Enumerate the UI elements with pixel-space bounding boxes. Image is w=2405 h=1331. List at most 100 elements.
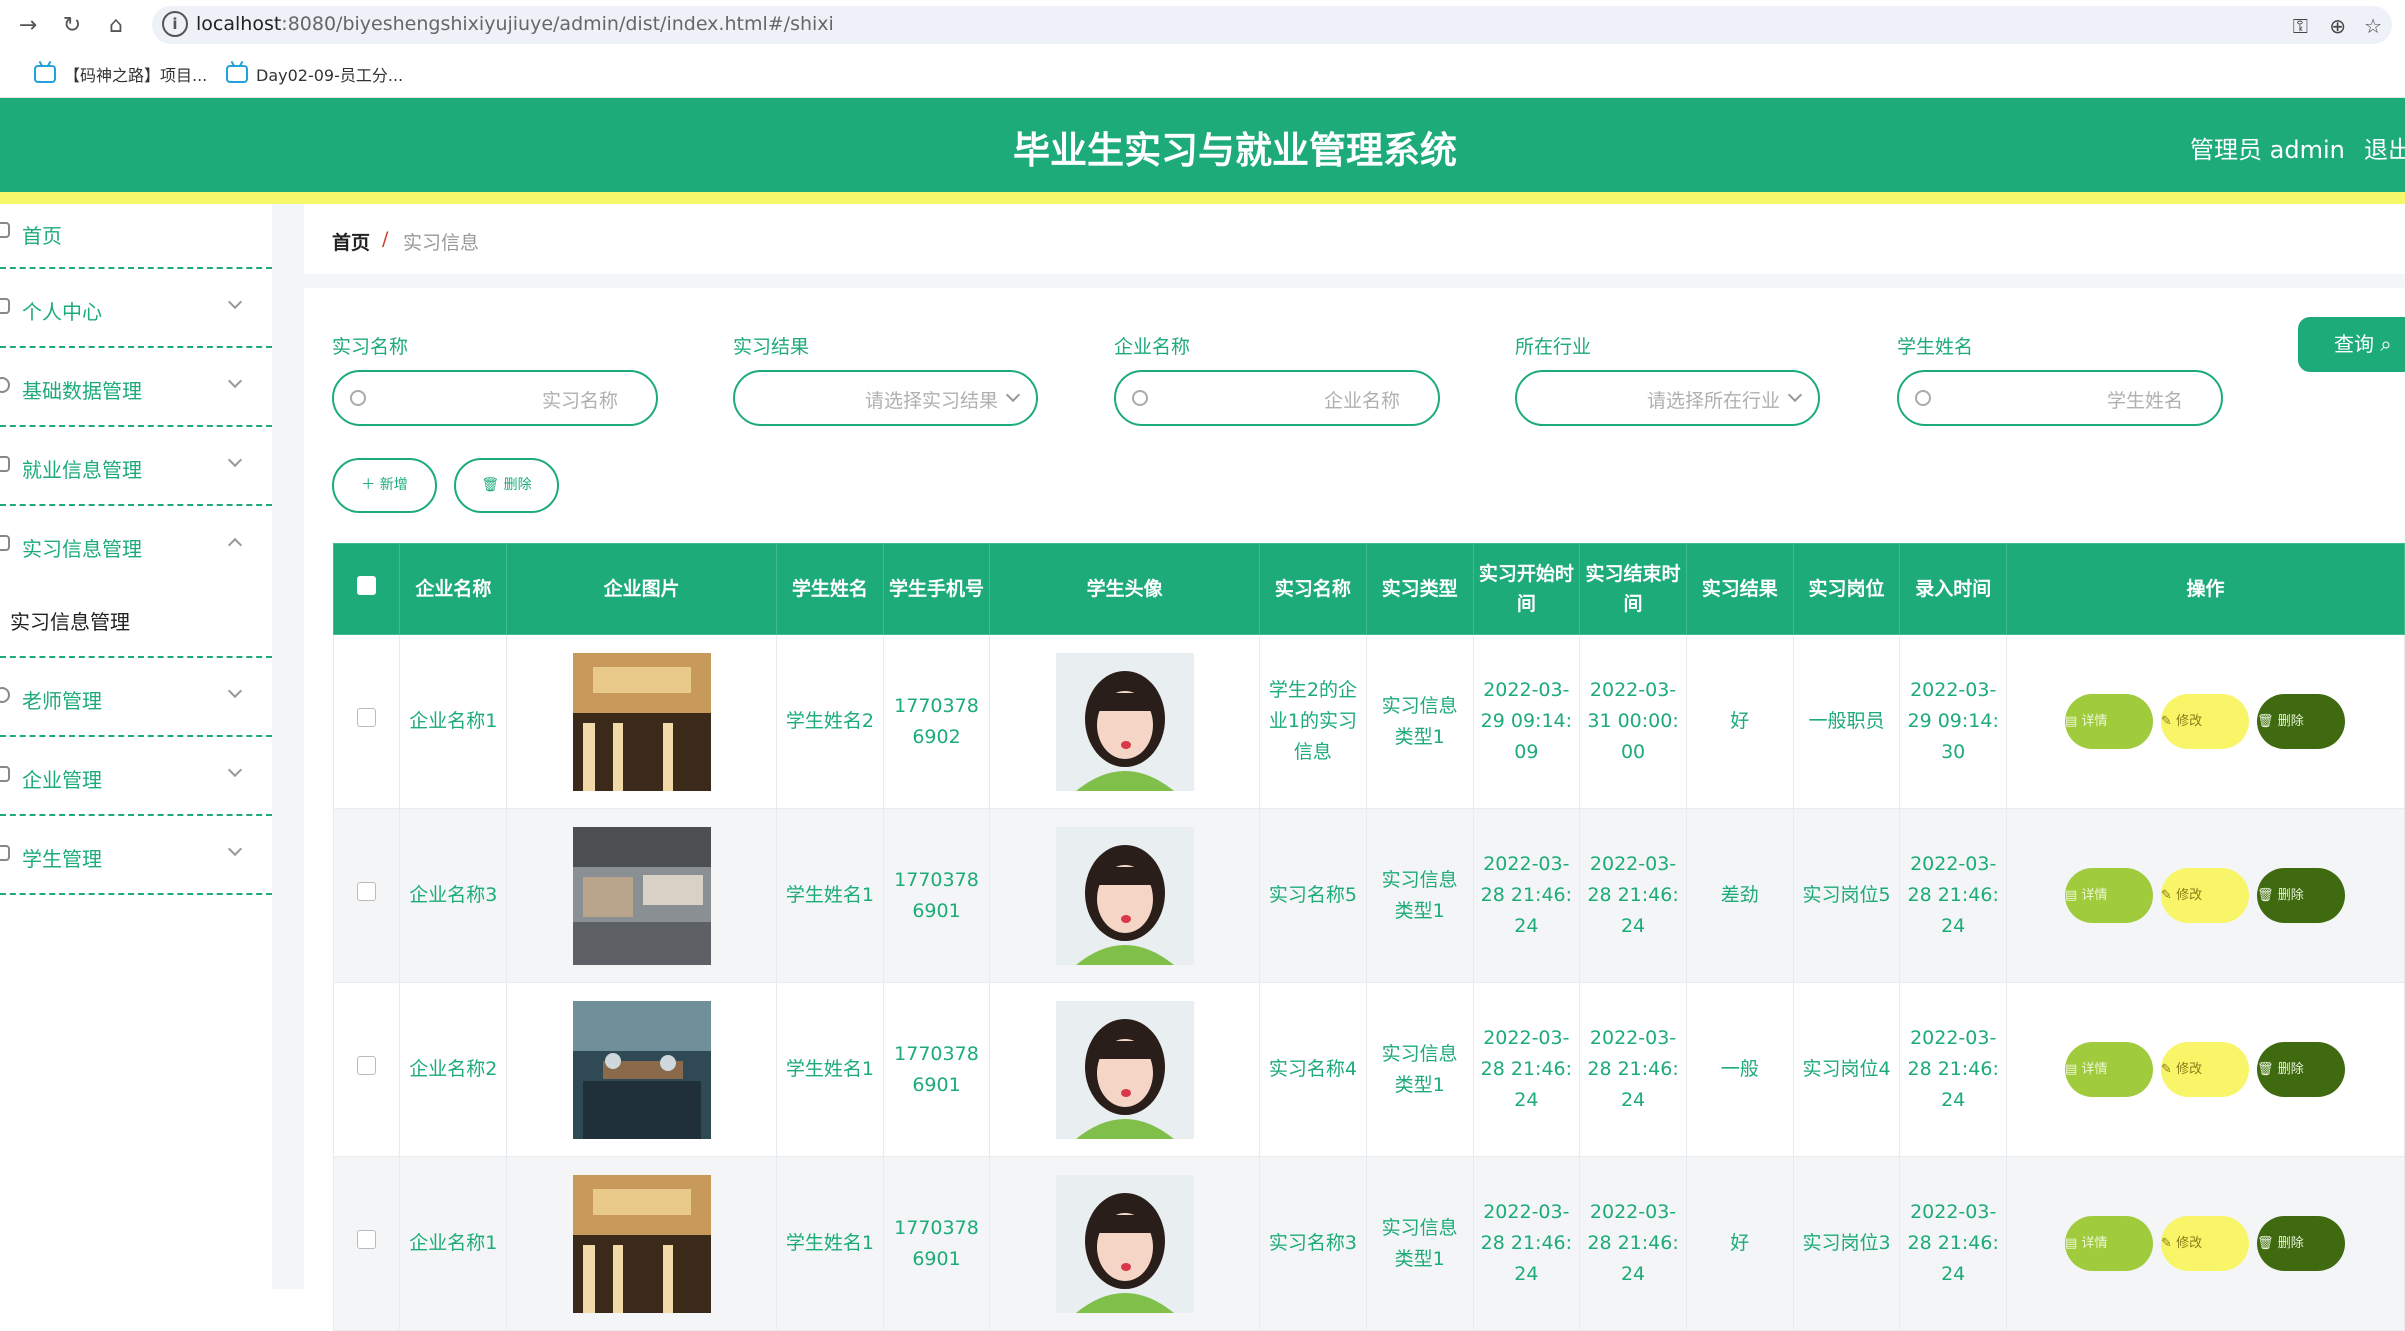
table-row[interactable]: 企业名称3 学生姓名1 17703786901 实习名称5 实习信息类型1 2022-03… — [332, 808, 2405, 983]
key-icon[interactable]: ⚿ — [2293, 14, 2308, 38]
logout-link[interactable]: 退出 — [2364, 130, 2405, 165]
detail-label: 详情 — [2081, 888, 2108, 903]
chevron-down-icon — [227, 373, 243, 389]
search-icon — [1132, 390, 1148, 406]
input-placeholder: 学生姓名 — [2106, 390, 2183, 412]
cell-actions: ▤ 详情 ✎ 修改 🗑 删除 — [2006, 1156, 2405, 1331]
bookmark-2[interactable]: Day02-09-员工分... — [226, 62, 403, 86]
sidebar-item-employment[interactable]: 就业信息管理 — [0, 427, 272, 506]
document-icon: ▤ — [2065, 714, 2078, 729]
delete-button[interactable]: 🗑 删除 — [2257, 868, 2346, 923]
company-name-input[interactable]: 企业名称 — [1114, 370, 1440, 426]
cell-result: 好 — [1685, 1156, 1794, 1331]
batch-delete-button[interactable]: 🗑 删除 — [454, 458, 559, 513]
url-text[interactable]: localhost:8080/biyeshengshixiyujiuye/adm… — [196, 13, 834, 35]
cell-start-time: 2022-03-28 21:46:24 — [1472, 1156, 1581, 1331]
cell-post: 实习岗位3 — [1792, 1156, 1901, 1331]
internship-result-select[interactable]: 请选择实习结果 — [733, 370, 1038, 426]
student-avatar — [1055, 652, 1194, 791]
zoom-icon[interactable]: ⊕ — [2329, 14, 2346, 38]
reload-icon[interactable]: ↻ — [56, 10, 88, 42]
student-icon — [0, 845, 10, 861]
cell-created: 2022-03-28 21:46:24 — [1899, 808, 2008, 983]
row-select-cell[interactable] — [332, 634, 401, 809]
forward-icon[interactable]: → — [12, 10, 44, 42]
url-path: :8080/biyeshengshixiyujiuye/admin/dist/i… — [281, 13, 834, 35]
cell-internship-type: 实习信息类型1 — [1365, 1156, 1474, 1331]
detail-button[interactable]: ▤ 详情 — [2065, 1216, 2154, 1271]
chevron-down-icon — [227, 683, 243, 699]
detail-label: 详情 — [2081, 1236, 2108, 1251]
industry-select[interactable]: 请选择所在行业 — [1515, 370, 1820, 426]
breadcrumb-home[interactable]: 首页 — [332, 228, 370, 255]
edit-button[interactable]: ✎ 修改 — [2161, 1216, 2250, 1271]
sidebar-item-label: 首页 — [22, 224, 62, 248]
detail-button[interactable]: ▤ 详情 — [2065, 868, 2154, 923]
sidebar-item-internship[interactable]: 实习信息管理 — [0, 506, 272, 561]
delete-button[interactable]: 🗑 删除 — [2257, 694, 2346, 749]
document-icon: ▤ — [2065, 888, 2078, 903]
row-select-cell[interactable] — [332, 1156, 401, 1331]
sidebar-item-basic-data[interactable]: 基础数据管理 — [0, 348, 272, 427]
sidebar-item-companies[interactable]: 企业管理 — [0, 737, 272, 816]
row-checkbox[interactable] — [357, 1056, 377, 1075]
breadcrumb-separator: / — [382, 228, 389, 250]
input-placeholder: 企业名称 — [1323, 390, 1400, 412]
cell-post: 实习岗位4 — [1792, 982, 1901, 1157]
cell-internship-name: 实习名称3 — [1259, 1156, 1367, 1331]
delete-button[interactable]: 🗑 删除 — [2257, 1042, 2346, 1097]
sidebar-item-label: 企业管理 — [22, 768, 102, 792]
sidebar-item-personal[interactable]: 个人中心 — [0, 269, 272, 348]
add-button[interactable]: ＋ 新增 — [332, 458, 437, 513]
edit-icon: ✎ — [2161, 1062, 2172, 1077]
cell-student: 学生姓名1 — [776, 808, 884, 983]
edit-button[interactable]: ✎ 修改 — [2161, 1042, 2250, 1097]
internship-name-input[interactable]: 实习名称 — [332, 370, 658, 426]
star-icon[interactable]: ☆ — [2364, 14, 2382, 38]
sidebar-item-students[interactable]: 学生管理 — [0, 816, 272, 895]
table-header-row: 企业名称 企业图片 学生姓名 学生手机号 学生头像 实习名称 实习类型 实习开始… — [332, 543, 2405, 635]
cell-created: 2022-03-28 21:46:24 — [1899, 982, 2008, 1157]
delete-label: 删除 — [2277, 888, 2304, 903]
table-row[interactable]: 企业名称2 学生姓名1 17703786901 实习名称4 实习信息类型1 2022-03… — [332, 982, 2405, 1157]
row-checkbox[interactable] — [357, 882, 377, 901]
cell-actions: ▤ 详情 ✎ 修改 🗑 删除 — [2006, 982, 2405, 1157]
edit-button[interactable]: ✎ 修改 — [2161, 694, 2250, 749]
student-name-input[interactable]: 学生姓名 — [1897, 370, 2223, 426]
sidebar-item-home[interactable]: 首页 — [0, 204, 272, 269]
cell-end-time: 2022-03-28 21:46:24 — [1579, 1156, 1687, 1331]
edit-button[interactable]: ✎ 修改 — [2161, 868, 2250, 923]
cell-internship-name: 实习名称5 — [1259, 808, 1367, 983]
trash-icon: 🗑 — [481, 477, 500, 493]
edit-icon: ✎ — [2161, 888, 2172, 903]
table-row[interactable]: 企业名称1 学生姓名2 17703786902 学生2的企业1的实习信息 实习信息类型1… — [332, 634, 2405, 809]
sidebar: 首页 个人中心 基础数据管理 就业信息管理 实习信息管理 老师管理 企业管理 学… — [0, 204, 272, 1289]
settings-icon — [0, 377, 10, 393]
table-row[interactable]: 企业名称1 学生姓名1 17703786901 实习名称3 实习信息类型1 2022-03… — [332, 1156, 2405, 1331]
chevron-down-icon — [227, 762, 243, 778]
site-info-icon[interactable]: i — [162, 11, 188, 37]
sidebar-subitem-internship-manage[interactable]: 实习信息管理 — [10, 606, 130, 635]
cell-created: 2022-03-28 21:46:24 — [1899, 1156, 2008, 1331]
delete-label: 删除 — [2277, 714, 2304, 729]
select-all-checkbox[interactable] — [357, 576, 377, 595]
sidebar-item-teachers[interactable]: 老师管理 — [0, 658, 272, 737]
query-button[interactable]: 查询 ⌕ — [2298, 317, 2405, 372]
address-bar[interactable]: i localhost:8080/biyeshengshixiyujiuye/a… — [152, 6, 2392, 44]
select-all-cell[interactable] — [332, 543, 401, 635]
row-checkbox[interactable] — [357, 708, 377, 727]
cell-result: 一般 — [1685, 982, 1794, 1157]
col-avatar: 学生头像 — [989, 543, 1261, 635]
row-select-cell[interactable] — [332, 808, 401, 983]
cell-internship-type: 实习信息类型1 — [1365, 634, 1474, 809]
home-icon[interactable]: ⌂ — [100, 10, 132, 42]
detail-button[interactable]: ▤ 详情 — [2065, 694, 2154, 749]
delete-button[interactable]: 🗑 删除 — [2257, 1216, 2346, 1271]
cell-company: 企业名称1 — [399, 1156, 508, 1331]
cell-company: 企业名称1 — [399, 634, 508, 809]
bookmark-1[interactable]: 【码神之路】项目... — [34, 62, 207, 86]
row-select-cell[interactable] — [332, 982, 401, 1157]
search-icon: ⌕ — [2380, 332, 2392, 356]
detail-button[interactable]: ▤ 详情 — [2065, 1042, 2154, 1097]
row-checkbox[interactable] — [357, 1230, 377, 1249]
